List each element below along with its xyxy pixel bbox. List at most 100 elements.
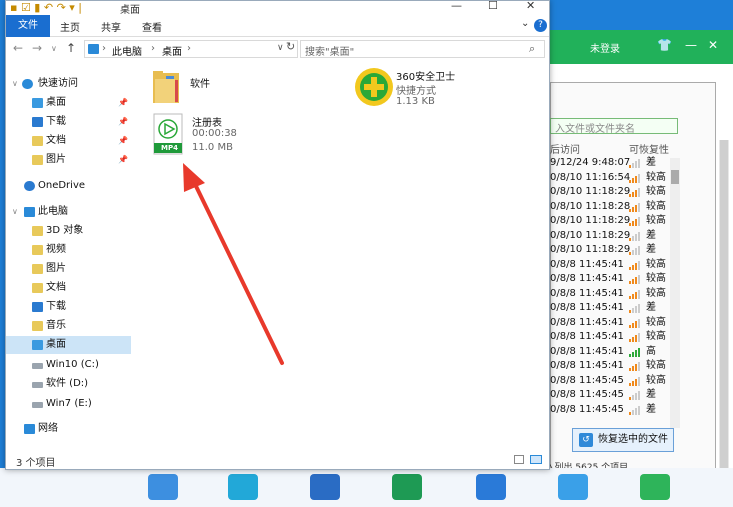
file-list-row[interactable]: 0/8/8 11:45:45 差 — [550, 388, 680, 403]
forward-arrow-icon[interactable]: → — [32, 41, 42, 55]
back-arrow-icon[interactable]: ← — [13, 41, 23, 55]
tab-view[interactable]: 查看 — [142, 19, 162, 34]
pin-icon[interactable]: 📌 — [118, 94, 128, 112]
file-search-input[interactable]: 入文件或文件夹名 — [550, 118, 678, 135]
file-list-row[interactable]: 0/8/8 11:45:41 较高 — [550, 258, 680, 273]
taskbar-app-icon[interactable] — [640, 474, 670, 500]
login-status[interactable]: 未登录 — [590, 40, 620, 55]
minimize-icon[interactable]: — — [451, 0, 462, 12]
search-box[interactable]: 搜索"桌面" ⌕ — [300, 40, 545, 58]
folder-icon — [153, 71, 179, 103]
row-access-time: 0/8/8 11:45:45 — [550, 389, 624, 400]
row-access-time: 0/8/10 11:18:28 — [550, 200, 631, 212]
file-list-row[interactable]: 0/8/10 11:18:28 较高 — [550, 200, 680, 215]
search-icon[interactable]: ⌕ — [529, 42, 535, 56]
taskbar-monitor-icon[interactable] — [392, 474, 422, 500]
taskbar-app-icon[interactable] — [228, 474, 258, 500]
col-recoverability[interactable]: 可恢复性 — [629, 141, 669, 156]
row-access-time: 0/8/8 11:45:41 — [550, 287, 624, 299]
mp4-badge: MP4 — [161, 144, 178, 152]
nav-network[interactable]: 网络 — [6, 420, 131, 438]
close-icon[interactable]: ✕ — [526, 0, 535, 12]
nav-quick-documents[interactable]: 文档 📌 — [6, 132, 131, 150]
nav-drive-d[interactable]: 软件 (D:) — [6, 375, 131, 393]
breadcrumb-this-pc[interactable]: 此电脑 — [112, 43, 142, 58]
nav-music[interactable]: 音乐 — [6, 317, 131, 335]
file-list-row[interactable]: 9/12/24 9:48:07 差 — [550, 156, 680, 171]
signal-bars-icon — [629, 173, 641, 183]
recent-chevron-icon[interactable]: ∨ — [51, 44, 57, 53]
download-folder-icon — [32, 302, 43, 312]
file-item-folder[interactable]: 软件 — [152, 67, 352, 115]
file-list-row[interactable]: 0/8/10 11:18:29 较高 — [550, 185, 680, 200]
file-list-row[interactable]: 0/8/8 11:45:45 差 — [550, 403, 680, 418]
file-item-video[interactable]: MP4 注册表 00:00:38 11.0 MB — [152, 113, 352, 161]
quick-access-toolbar[interactable]: ▪ ☑ ▮ ↶ ↷ ▾ | — [10, 1, 82, 14]
file-list-row[interactable]: 0/8/10 11:18:29 差 — [550, 243, 680, 258]
nav-videos[interactable]: 视频 — [6, 241, 131, 259]
refresh-icon[interactable]: ↻ — [286, 40, 300, 58]
file-list-row[interactable]: 0/8/8 11:45:41 较高 — [550, 359, 680, 374]
nav-downloads[interactable]: 下载 — [6, 298, 131, 316]
file-list-row[interactable]: 0/8/8 11:45:41 高 — [550, 345, 680, 360]
file-list-row[interactable]: 0/8/10 11:16:54 较高 — [550, 171, 680, 186]
chevron-down-icon[interactable]: ⌄ — [521, 18, 529, 29]
taskbar-edge-icon[interactable] — [558, 474, 588, 500]
file-list-scrollbar[interactable] — [670, 158, 680, 428]
file-list-row[interactable]: 0/8/10 11:18:29 较高 — [550, 214, 680, 229]
360-security-icon — [355, 68, 393, 106]
nav-this-pc[interactable]: ∨ 此电脑 — [6, 203, 131, 221]
taskbar-app-icon[interactable] — [476, 474, 506, 500]
page-scrollbar[interactable] — [719, 140, 729, 470]
restore-selected-button[interactable]: ↺ 恢复选中的文件 — [572, 428, 674, 452]
video-folder-icon — [32, 245, 43, 255]
nav-desktop[interactable]: 桌面 — [6, 336, 131, 354]
details-view-icon[interactable] — [514, 455, 524, 464]
nav-3d-objects[interactable]: 3D 对象 — [6, 222, 131, 240]
nav-documents[interactable]: 文档 — [6, 279, 131, 297]
up-arrow-icon[interactable]: ↑ — [66, 41, 76, 55]
nav-quick-desktop[interactable]: 桌面 📌 — [6, 94, 131, 112]
nav-quick-access[interactable]: ∨ 快速访问 — [6, 75, 131, 93]
tab-home[interactable]: 主页 — [60, 19, 80, 34]
search-input[interactable]: 搜索"桌面" — [305, 43, 354, 58]
nav-onedrive[interactable]: OneDrive — [6, 177, 131, 195]
nav-quick-downloads[interactable]: 下载 📌 — [6, 113, 131, 131]
desktop-folder-icon — [32, 98, 43, 108]
row-recoverability: 差 — [646, 302, 656, 313]
tab-file[interactable]: 文件 — [6, 15, 50, 37]
large-icons-view-icon[interactable] — [530, 455, 542, 464]
file-list-row[interactable]: 0/8/8 11:45:41 较高 — [550, 330, 680, 345]
col-last-access[interactable]: 后访问 — [550, 141, 580, 156]
file-list-row[interactable]: 0/8/8 11:45:41 较高 — [550, 287, 680, 302]
taskbar-app-icon[interactable] — [148, 474, 178, 500]
chevron-down-icon[interactable]: ∨ — [277, 43, 284, 53]
file-view: 软件 360安全卫士 快捷方式 1.13 KB MP4 注册表 00:00:38… — [136, 61, 549, 451]
maximize-icon[interactable]: ☐ — [488, 0, 498, 12]
help-icon[interactable]: ? — [534, 19, 547, 32]
nav-pictures[interactable]: 图片 — [6, 260, 131, 278]
file-list-row[interactable]: 0/8/8 11:45:41 差 — [550, 301, 680, 316]
tab-share[interactable]: 共享 — [101, 19, 121, 34]
file-list-row[interactable]: 0/8/10 11:18:29 差 — [550, 229, 680, 244]
nav-drive-e[interactable]: Win7 (E:) — [6, 395, 131, 413]
signal-bars-icon — [629, 188, 641, 197]
row-recoverability: 较高 — [646, 171, 666, 183]
pin-icon[interactable]: 📌 — [118, 132, 128, 150]
nav-drive-c[interactable]: Win10 (C:) — [6, 356, 131, 374]
nav-quick-pictures[interactable]: 图片 📌 — [6, 151, 131, 169]
minimize-icon[interactable]: — — [685, 38, 697, 52]
close-icon[interactable]: ✕ — [708, 38, 718, 52]
file-list-row[interactable]: 0/8/8 11:45:45 较高 — [550, 374, 680, 389]
file-list-row[interactable]: 0/8/8 11:45:41 较高 — [550, 316, 680, 331]
row-recoverability: 较高 — [646, 258, 666, 270]
file-item-shortcut[interactable]: 360安全卫士 快捷方式 1.13 KB — [354, 67, 544, 115]
pin-icon[interactable]: 📌 — [118, 151, 128, 169]
pin-icon[interactable]: 📌 — [118, 113, 128, 131]
shirt-icon[interactable]: 👕 — [657, 38, 672, 52]
breadcrumb-desktop[interactable]: 桌面 — [162, 43, 182, 58]
taskbar-book-icon[interactable] — [310, 474, 340, 500]
network-icon — [24, 424, 35, 434]
file-list-row[interactable]: 0/8/8 11:45:41 较高 — [550, 272, 680, 287]
address-bar[interactable]: › 此电脑 › 桌面 › ∨ — [84, 40, 298, 58]
